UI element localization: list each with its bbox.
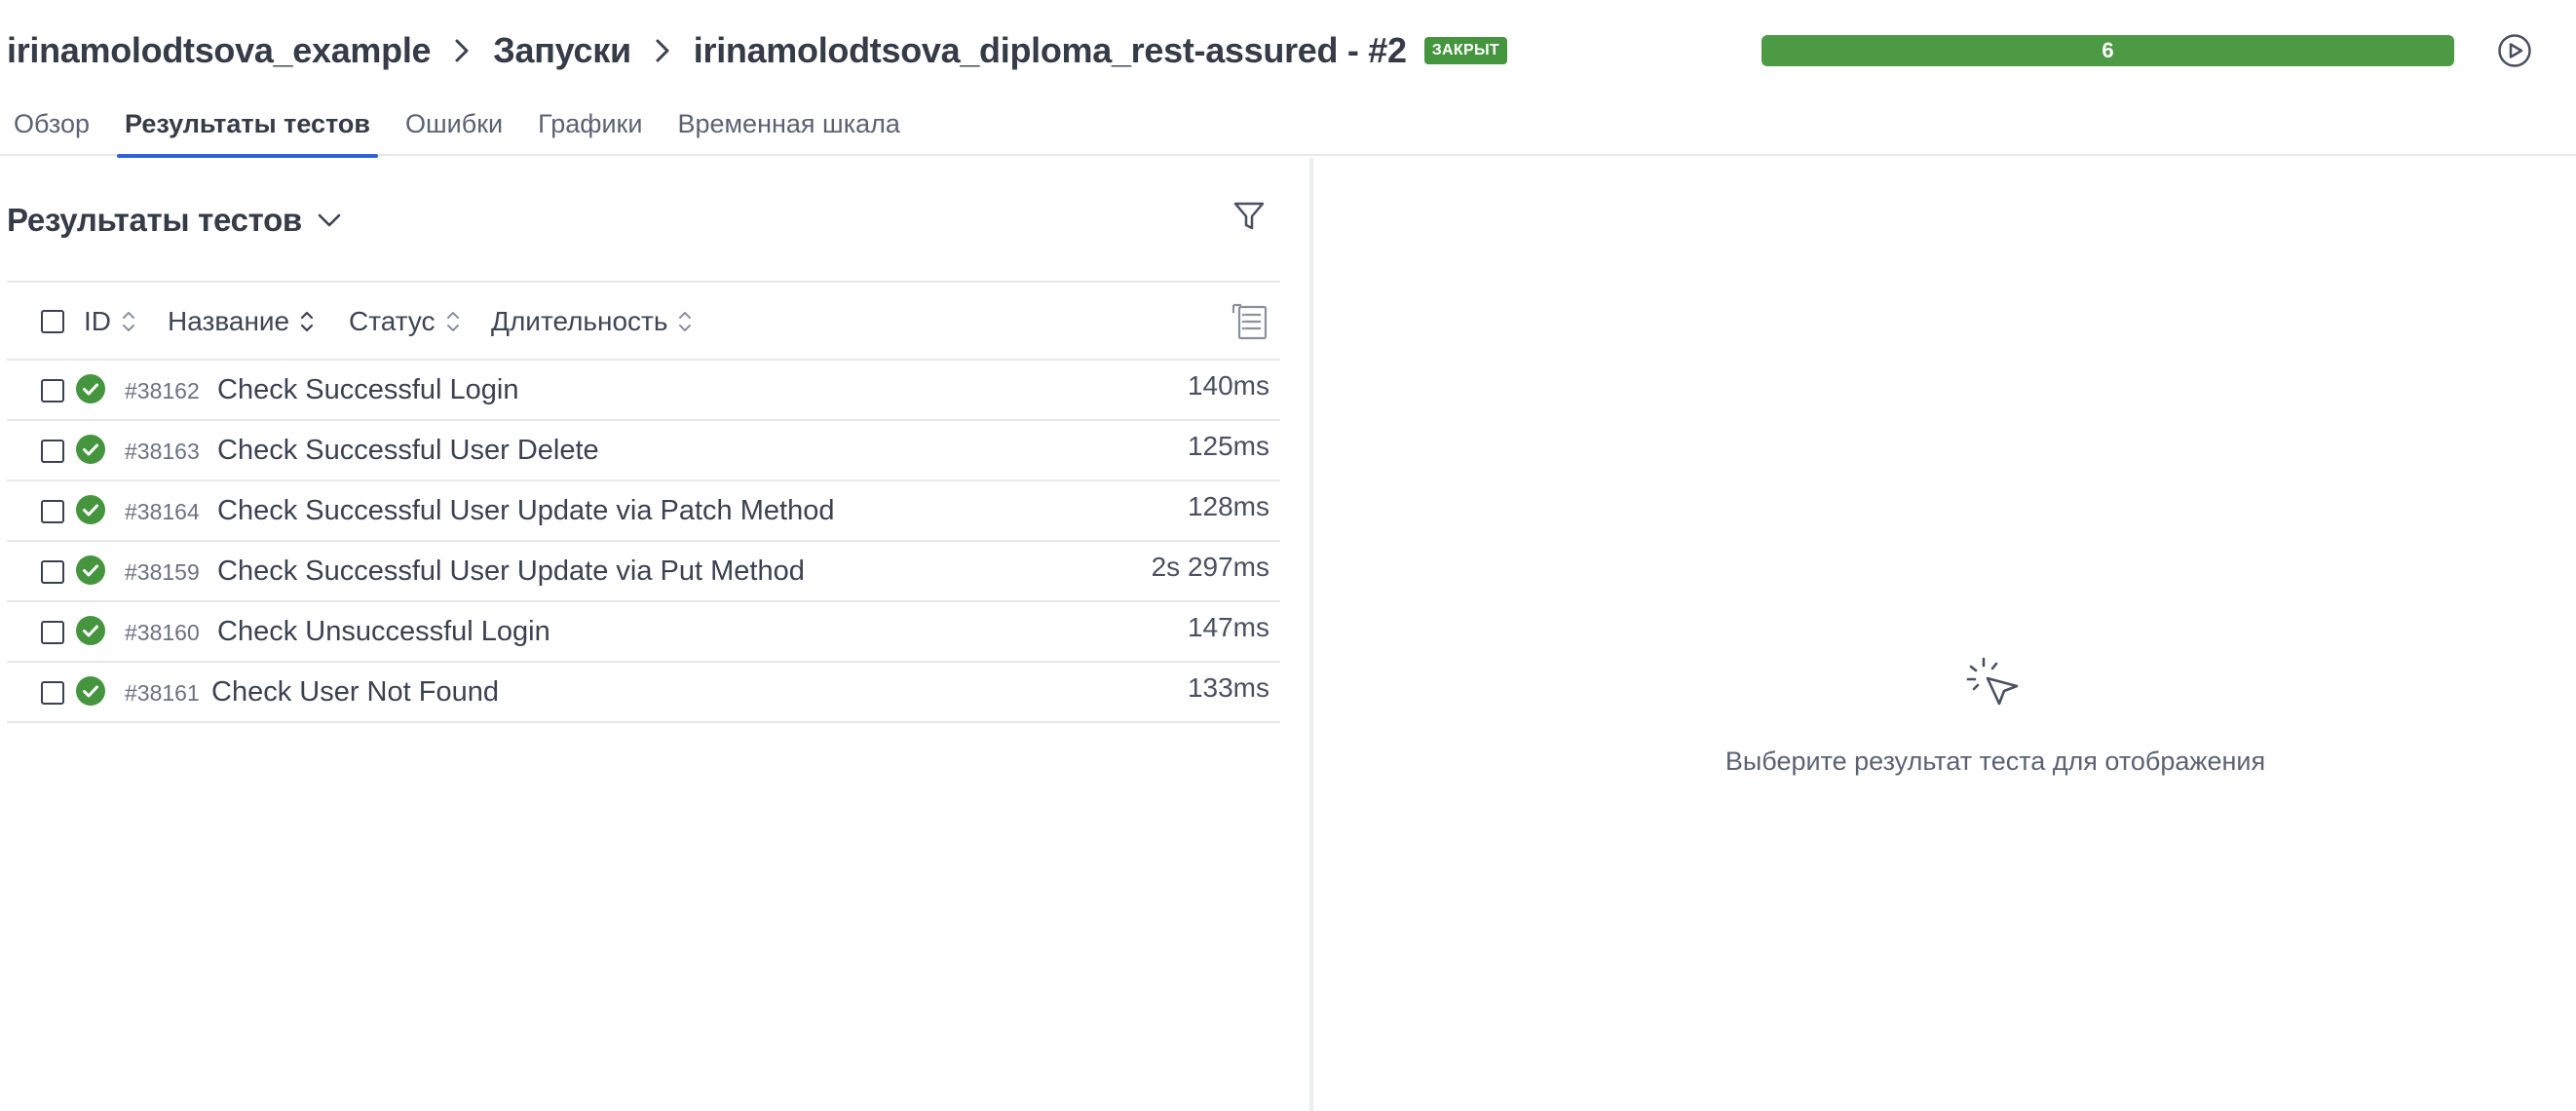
results-table: ID Название Статус Длительность #38162 C… xyxy=(7,281,1280,723)
tab-errors[interactable]: Ошибки xyxy=(398,97,511,156)
page-header: irinamolodtsova_example Запуски irinamol… xyxy=(0,0,2576,158)
result-id: #38163 xyxy=(125,439,200,464)
play-icon[interactable] xyxy=(2497,33,2532,68)
result-id: #38161 xyxy=(125,680,200,706)
panel-title: Результаты тестов xyxy=(7,202,302,238)
table-row[interactable]: #38161 Check User Not Found 133ms xyxy=(7,663,1280,723)
result-duration: 125ms xyxy=(1187,431,1269,461)
breadcrumb-launch: irinamolodtsova_diploma_rest-assured - #… xyxy=(693,30,1407,70)
table-header: ID Название Статус Длительность xyxy=(7,281,1280,361)
result-name: Check Successful Login xyxy=(217,374,519,405)
result-name: Check Successful User Update via Patch M… xyxy=(217,495,835,526)
chevron-down-icon xyxy=(318,213,341,227)
chevron-right-icon xyxy=(643,27,682,74)
row-checkbox[interactable] xyxy=(41,440,64,463)
result-duration: 140ms xyxy=(1187,370,1269,401)
column-header-name[interactable]: Название xyxy=(168,304,315,339)
table-row[interactable]: #38164 Check Successful User Update via … xyxy=(7,481,1280,542)
result-id: #38159 xyxy=(125,559,200,585)
result-duration: 128ms xyxy=(1187,491,1269,521)
progress-count: 6 xyxy=(2102,38,2114,62)
table-row[interactable]: #38162 Check Successful Login 140ms xyxy=(7,361,1280,421)
result-name: Check Successful User Delete xyxy=(217,435,599,466)
breadcrumb-project[interactable]: irinamolodtsova_example xyxy=(7,30,432,71)
passed-status-icon xyxy=(76,435,105,464)
tab-bar: Обзор Результаты тестов Ошибки Графики В… xyxy=(0,97,922,158)
result-id: #38164 xyxy=(125,499,200,524)
table-row[interactable]: #38163 Check Successful User Delete 125m… xyxy=(7,421,1280,481)
empty-state-text: Выберите результат теста для отображения xyxy=(1724,747,2266,776)
passed-status-icon xyxy=(76,374,105,403)
column-header-duration[interactable]: Длительность xyxy=(491,304,693,339)
sort-icon xyxy=(679,312,692,331)
result-id: #38162 xyxy=(125,378,200,403)
passed-status-icon xyxy=(76,676,105,706)
filter-icon[interactable] xyxy=(1231,199,1267,234)
passed-status-icon xyxy=(76,616,105,645)
table-row[interactable]: #38159 Check Successful User Update via … xyxy=(7,542,1280,602)
row-checkbox[interactable] xyxy=(41,379,64,402)
chevron-right-icon xyxy=(442,27,481,74)
result-duration: 133ms xyxy=(1187,672,1269,703)
result-name: Check Unsuccessful Login xyxy=(217,616,550,647)
tab-test-results[interactable]: Результаты тестов xyxy=(116,97,379,158)
row-checkbox[interactable] xyxy=(41,500,64,523)
cursor-click-icon xyxy=(1966,657,2019,706)
result-name: Check Successful User Update via Put Met… xyxy=(217,556,805,587)
results-panel: Результаты тестов ID Название Статус Дли… xyxy=(0,158,1313,1111)
tab-timeline[interactable]: Временная шкала xyxy=(669,97,907,156)
breadcrumb-launches[interactable]: Запуски xyxy=(493,30,631,71)
status-badge: ЗАКРЫТ xyxy=(1423,37,1507,64)
column-settings-icon[interactable] xyxy=(1231,302,1269,341)
tab-charts[interactable]: Графики xyxy=(530,97,650,156)
select-all-checkbox[interactable] xyxy=(41,310,64,333)
table-row[interactable]: #38160 Check Unsuccessful Login 147ms xyxy=(7,602,1280,663)
passed-status-icon xyxy=(76,556,105,585)
result-name: Check User Not Found xyxy=(211,676,499,708)
sort-icon xyxy=(301,311,314,332)
launch-progress-bar: 6 xyxy=(1762,35,2454,66)
tab-overview[interactable]: Обзор xyxy=(6,97,97,156)
row-checkbox[interactable] xyxy=(41,681,64,705)
row-checkbox[interactable] xyxy=(41,560,64,584)
column-header-status[interactable]: Статус xyxy=(349,304,461,339)
breadcrumb: irinamolodtsova_example Запуски irinamol… xyxy=(7,27,1507,74)
passed-status-icon xyxy=(76,495,105,524)
panel-title-dropdown[interactable]: Результаты тестов xyxy=(7,197,343,244)
result-duration: 2s 297ms xyxy=(1151,552,1269,582)
sort-icon xyxy=(123,312,134,331)
result-duration: 147ms xyxy=(1187,612,1269,642)
row-checkbox[interactable] xyxy=(41,621,64,644)
sort-icon xyxy=(446,312,459,331)
column-header-id[interactable]: ID xyxy=(84,304,136,339)
result-id: #38160 xyxy=(125,620,200,645)
